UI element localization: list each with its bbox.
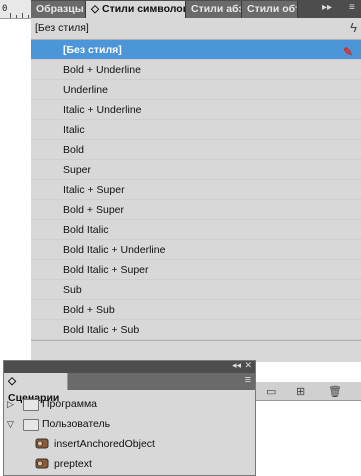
style-item[interactable]: Underline	[31, 80, 361, 100]
tab-paragraph-styles[interactable]: Стили абзац	[186, 1, 242, 18]
ruler: 0	[0, 0, 31, 19]
folder-icon	[23, 399, 39, 411]
style-item[interactable]: Sub	[31, 280, 361, 300]
panel-menu-icon[interactable]: ≡	[245, 374, 251, 386]
style-item[interactable]: Super	[31, 160, 361, 180]
style-item[interactable]: Italic	[31, 120, 361, 140]
script-icon	[35, 438, 49, 449]
tree-script-insert-anchored-object[interactable]: insertAnchoredObject	[4, 434, 254, 454]
new-style-icon[interactable]: ⊞	[296, 385, 305, 398]
tree-folder-program[interactable]: ▷ Программа	[4, 394, 254, 414]
style-item[interactable]: Bold + Underline	[31, 60, 361, 80]
tab-swatches[interactable]: Образцы	[31, 1, 86, 18]
panel-bottom-bar: ▭ ⊞ 🗑	[256, 382, 361, 401]
collapse-triangle-icon[interactable]: ▽	[7, 414, 14, 434]
style-item[interactable]: Bold Italic + Underline	[31, 240, 361, 260]
style-item[interactable]: Bold Italic	[31, 220, 361, 240]
scripts-tab-bar: ≡	[68, 373, 255, 390]
tab-character-styles[interactable]: ◇ Стили символов	[86, 1, 186, 18]
style-item-label: Italic + Underline	[63, 104, 142, 116]
style-item-label: Bold Italic + Underline	[63, 244, 166, 256]
tree-item-label: Программа	[42, 398, 98, 410]
style-item[interactable]: [Без стиля] ✎	[31, 40, 361, 60]
collapse-icon[interactable]: ◂◂	[232, 360, 241, 371]
more-tabs-icon[interactable]: ▸▸	[322, 2, 332, 13]
expand-triangle-icon[interactable]: ▷	[7, 394, 14, 414]
ruler-tick	[10, 13, 11, 18]
new-group-icon[interactable]: ▭	[266, 385, 276, 398]
style-item-label: Italic + Super	[63, 184, 125, 196]
folder-icon	[23, 419, 39, 431]
style-item-label: Bold + Sub	[63, 304, 115, 316]
style-item-label: Bold + Underline	[63, 64, 141, 76]
style-item-label: [Без стиля]	[63, 44, 122, 56]
style-item-label: Bold Italic	[63, 224, 109, 236]
style-item-label: Super	[63, 164, 92, 176]
tree-item-label: insertAnchoredObject	[54, 438, 155, 450]
style-item[interactable]: Bold Italic + Super	[31, 260, 361, 280]
style-item-label: Sub	[63, 284, 82, 296]
style-item[interactable]: Italic + Underline	[31, 100, 361, 120]
delete-icon[interactable]: 🗑	[328, 385, 342, 398]
tree-item-label: preptext	[54, 458, 92, 470]
style-item[interactable]: Bold	[31, 140, 361, 160]
style-item-label: Italic	[63, 124, 85, 136]
ruler-tick	[16, 15, 17, 18]
panel-tab-bar: Образцы ◇ Стили символов Стили абзац Сти…	[31, 0, 361, 18]
style-item[interactable]: Bold Italic + Sub	[31, 320, 361, 340]
document-bottom-area	[256, 362, 361, 476]
style-item-label: Bold Italic + Sub	[63, 324, 140, 336]
ruler-number: 0	[2, 4, 8, 14]
style-item-label: Bold	[63, 144, 85, 156]
ruler-tick	[22, 13, 23, 18]
tree-folder-user[interactable]: ▽ Пользователь	[4, 414, 254, 434]
style-list: [Без стиля] ✎ Bold + Underline Underline…	[31, 40, 361, 340]
script-icon	[35, 458, 49, 469]
style-item[interactable]: Italic + Super	[31, 180, 361, 200]
current-style-row: [Без стиля] ϟ	[31, 18, 361, 40]
lightning-icon[interactable]: ϟ	[350, 20, 357, 35]
pencil-icon: ✎	[342, 45, 353, 59]
scripts-title-bar[interactable]: ◂◂ ✕	[4, 360, 255, 373]
ruler-tick	[28, 15, 29, 18]
tab-object-styles[interactable]: Стили объ	[242, 1, 298, 18]
tree-script-preptext[interactable]: preptext	[4, 454, 254, 474]
style-item-label: Bold Italic + Super	[63, 264, 149, 276]
current-style-label: [Без стиля]	[35, 22, 89, 34]
style-item-label: Underline	[63, 84, 108, 96]
style-item[interactable]: Bold + Super	[31, 200, 361, 220]
tab-scripts[interactable]: ◇ Сценарии	[4, 373, 68, 404]
close-icon[interactable]: ✕	[244, 360, 252, 371]
style-item[interactable]: Bold + Sub	[31, 300, 361, 320]
style-item-label: Bold + Super	[63, 204, 125, 216]
tree-item-label: Пользователь	[42, 418, 111, 430]
panel-menu-icon[interactable]: ≡	[349, 2, 355, 13]
